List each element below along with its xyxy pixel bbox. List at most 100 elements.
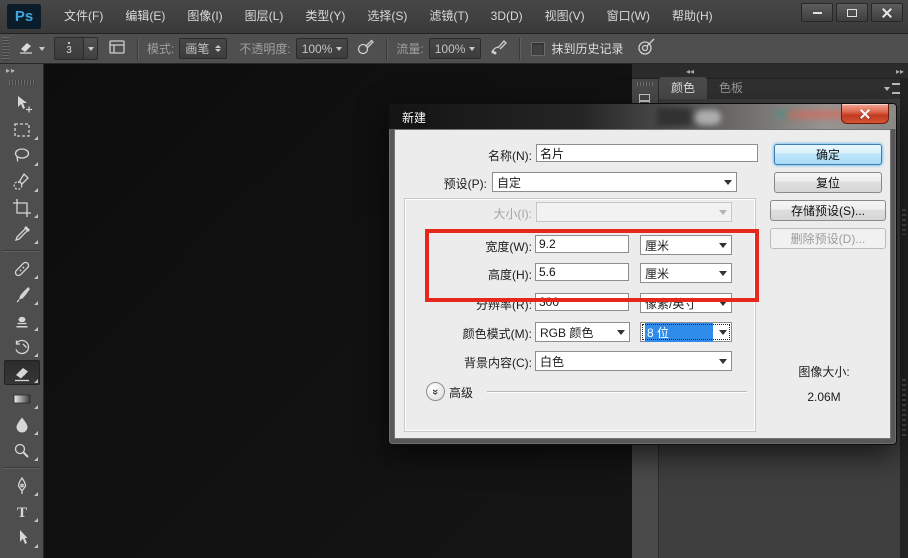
collapse-panels-right-button[interactable]: ▸▸ <box>896 67 904 76</box>
opacity-label: 不透明度: <box>239 42 291 56</box>
preset-dropdown[interactable]: 自定 <box>492 172 737 192</box>
options-bar-grip[interactable] <box>2 36 9 61</box>
glass-blur-blob <box>787 110 845 119</box>
bit-depth-dropdown[interactable]: 8 位 <box>640 322 732 342</box>
eyedropper-tool[interactable] <box>4 221 40 246</box>
maximize-icon <box>847 8 857 17</box>
menu-window[interactable]: 窗口(W) <box>596 0 661 33</box>
reset-button[interactable]: 复位 <box>774 172 882 193</box>
background-contents-dropdown[interactable]: 白色 <box>535 351 732 371</box>
spot-healing-tool[interactable] <box>4 256 40 281</box>
dock-edge-grip[interactable] <box>902 379 906 439</box>
color-mode-dropdown[interactable]: RGB 颜色 <box>535 322 630 342</box>
pen-pressure-icon <box>356 39 375 59</box>
mode-label: 模式: <box>147 42 175 56</box>
minimize-button[interactable] <box>801 3 833 22</box>
menu-view[interactable]: 视图(V) <box>534 0 596 33</box>
panel-strip-grip[interactable] <box>637 82 653 86</box>
divider <box>3 250 40 252</box>
tools-collapse-button[interactable]: ▸▸ <box>0 64 43 78</box>
width-unit-value: 厘米 <box>645 238 670 253</box>
brush-tool[interactable] <box>4 282 40 307</box>
chevron-down-icon <box>469 46 476 51</box>
tools-panel: ▸▸ T <box>0 64 44 558</box>
separator <box>386 37 389 60</box>
menu-filter[interactable]: 滤镜(T) <box>418 0 479 33</box>
menu-image[interactable]: 图像(I) <box>176 0 233 33</box>
menu-3d[interactable]: 3D(D) <box>480 0 534 33</box>
history-brush-tool[interactable] <box>4 334 40 359</box>
airbrush-button[interactable] <box>489 39 508 59</box>
path-selection-tool[interactable] <box>4 525 40 550</box>
menu-type[interactable]: 类型(Y) <box>294 0 356 33</box>
tool-preset-picker[interactable] <box>17 39 45 58</box>
chevron-down-icon <box>719 270 727 276</box>
chevron-down-icon <box>884 86 890 91</box>
maximize-button[interactable] <box>836 3 868 22</box>
glass-blur-blob <box>657 108 691 126</box>
brush-size-picker[interactable]: 3 <box>54 37 98 60</box>
menu-help[interactable]: 帮助(H) <box>661 0 724 33</box>
toggle-brush-panel-button[interactable] <box>108 39 126 58</box>
blur-tool[interactable] <box>4 412 40 437</box>
width-input[interactable] <box>535 235 629 253</box>
marquee-tool[interactable] <box>4 117 40 142</box>
opacity-pressure-button[interactable] <box>356 39 375 59</box>
name-input[interactable] <box>536 144 758 162</box>
dock-edge[interactable] <box>900 79 908 558</box>
menu-layer[interactable]: 图层(L) <box>234 0 295 33</box>
advanced-expand-button[interactable]: » <box>426 382 445 401</box>
rectangle-tool[interactable] <box>4 551 40 558</box>
eraser-tool[interactable] <box>3 360 40 385</box>
resolution-unit-dropdown[interactable]: 像素/英寸 <box>640 293 732 313</box>
opacity-dropdown[interactable]: 100% <box>295 38 349 59</box>
erase-to-history-checkbox[interactable] <box>531 41 546 56</box>
tablet-pressure-button[interactable] <box>637 38 656 59</box>
save-preset-button[interactable]: 存储预设(S)... <box>770 200 886 221</box>
clone-stamp-tool[interactable] <box>4 308 40 333</box>
pen-tool[interactable] <box>4 473 40 498</box>
collapse-panels-left-button[interactable]: ◂◂ <box>686 67 694 76</box>
flow-dropdown[interactable]: 100% <box>428 38 482 59</box>
photoshop-logo: Ps <box>7 4 41 29</box>
tab-swatches[interactable]: 色板 <box>707 77 755 99</box>
color-mode-value: RGB 颜色 <box>540 325 594 340</box>
tab-color[interactable]: 颜色 <box>659 77 708 99</box>
type-tool[interactable]: T <box>4 499 40 524</box>
resolution-input[interactable] <box>535 293 629 311</box>
menu-file[interactable]: 文件(F) <box>53 0 114 33</box>
chevron-down-icon <box>719 358 727 364</box>
image-size-label: 图像大小: <box>798 365 850 379</box>
lasso-tool[interactable] <box>4 143 40 168</box>
menu-edit[interactable]: 编辑(E) <box>114 0 176 33</box>
dodge-tool[interactable] <box>4 438 40 463</box>
gradient-tool[interactable] <box>4 386 40 411</box>
chevron-down-icon <box>617 329 625 335</box>
svg-text:T: T <box>16 505 26 521</box>
dock-edge-grip[interactable] <box>902 209 906 235</box>
height-input[interactable] <box>535 263 629 281</box>
delete-preset-button: 删除预设(D)... <box>770 228 886 249</box>
airbrush-icon <box>489 39 508 59</box>
close-window-button[interactable] <box>871 3 903 22</box>
bit-depth-value: 8 位 <box>645 322 713 342</box>
height-unit-dropdown[interactable]: 厘米 <box>640 263 732 283</box>
crop-tool[interactable] <box>4 195 40 220</box>
quick-selection-tool[interactable] <box>4 169 40 194</box>
chevron-down-icon <box>719 300 727 306</box>
new-document-dialog: 新建 名称(N): 预设(P): 自定 大小(I): <box>388 103 897 445</box>
move-tool[interactable] <box>4 91 40 116</box>
menu-select[interactable]: 选择(S) <box>356 0 418 33</box>
brush-preview-dot <box>68 41 70 44</box>
dialog-title-bar[interactable]: 新建 <box>389 104 896 129</box>
chevron-down-icon <box>87 46 94 51</box>
mode-dropdown[interactable]: 画笔 <box>179 38 228 59</box>
opacity-value: 100% <box>301 41 333 56</box>
tools-panel-grip[interactable] <box>8 80 35 85</box>
width-unit-dropdown[interactable]: 厘米 <box>640 235 732 255</box>
dialog-body: 名称(N): 预设(P): 自定 大小(I): 宽度(W): 厘米 高度 <box>394 129 891 439</box>
chevron-down-icon <box>39 46 45 51</box>
dialog-close-button[interactable] <box>841 104 889 124</box>
ok-button[interactable]: 确定 <box>774 144 882 165</box>
erase-to-history-label: 抹到历史记录 <box>551 42 624 56</box>
